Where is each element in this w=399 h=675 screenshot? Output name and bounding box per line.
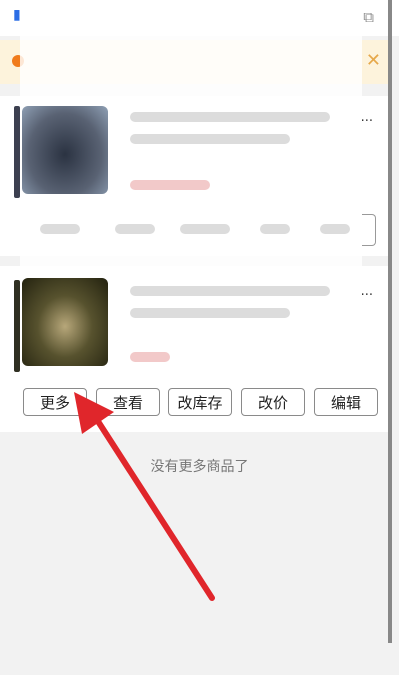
more-button[interactable]: 更多 bbox=[23, 388, 87, 416]
blurred-subtitle-line bbox=[130, 308, 290, 318]
card-1-edit-button-edge[interactable] bbox=[362, 214, 376, 246]
change-price-button[interactable]: 改价 bbox=[241, 388, 305, 416]
blurred-title-line bbox=[130, 112, 330, 122]
action-button-row: 更多 查看 改库存 改价 编辑 bbox=[23, 388, 378, 418]
view-button[interactable]: 查看 bbox=[96, 388, 160, 416]
blurred-action-5 bbox=[320, 224, 350, 234]
blurred-action-3 bbox=[180, 224, 230, 234]
blurred-subtitle-line bbox=[130, 134, 290, 144]
blurred-price-line bbox=[130, 352, 170, 362]
close-icon[interactable]: ✕ bbox=[366, 50, 381, 71]
blurred-action-4 bbox=[260, 224, 290, 234]
scrollbar[interactable] bbox=[388, 0, 392, 643]
arrow-shaft bbox=[89, 409, 215, 601]
blurred-title-line bbox=[130, 286, 330, 296]
product-thumbnail-1[interactable] bbox=[22, 106, 108, 194]
blurred-action-2 bbox=[115, 224, 155, 234]
title-ellipsis-1: ... bbox=[360, 110, 373, 125]
edit-button[interactable]: 编辑 bbox=[314, 388, 378, 416]
blurred-price-line bbox=[130, 180, 210, 190]
change-stock-button[interactable]: 改库存 bbox=[168, 388, 232, 416]
blurred-action-1 bbox=[40, 224, 80, 234]
copy-icon[interactable]: ⧉ bbox=[363, 8, 374, 26]
no-more-products-text: 没有更多商品了 bbox=[150, 459, 249, 475]
title-ellipsis-2: ... bbox=[360, 284, 373, 299]
product-thumbnail-2[interactable] bbox=[22, 278, 108, 366]
